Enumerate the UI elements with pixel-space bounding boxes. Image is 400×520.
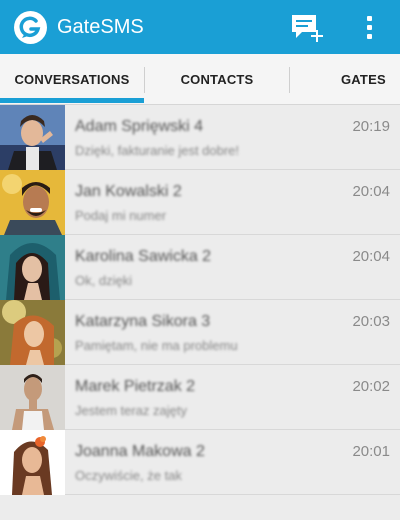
contact-name: Katarzyna Sikora 3 (75, 313, 211, 330)
tab-contacts[interactable]: CONTACTS (145, 54, 289, 104)
conversation-row[interactable]: Katarzyna Sikora 3 Pamiętam, nie ma prob… (0, 300, 400, 365)
new-message-button[interactable] (288, 12, 328, 44)
message-preview: Dzięki, fakturanie jest dobre! (75, 143, 240, 158)
message-time: 20:19 (352, 118, 390, 135)
overflow-dot (367, 34, 372, 39)
avatar (0, 235, 65, 300)
message-preview: Oczywiście, że tak (75, 468, 182, 483)
message-time: 20:01 (352, 443, 390, 460)
tab-conversations[interactable]: CONVERSATIONS (0, 54, 144, 104)
message-time: 20:04 (352, 183, 390, 200)
avatar (0, 365, 65, 430)
message-preview: Podaj mi numer (75, 208, 167, 223)
contact-name: Adam Sprięwski 4 (75, 118, 204, 135)
conversation-row[interactable]: Adam Sprięwski 4 Dzięki, fakturanie jest… (0, 105, 400, 170)
tab-gates[interactable]: GATES (290, 54, 400, 104)
action-bar: GateSMS (0, 0, 400, 54)
avatar (0, 105, 65, 170)
message-time: 20:02 (352, 378, 390, 395)
overflow-dot (367, 16, 372, 21)
message-preview: Pamiętam, nie ma problemu (75, 338, 238, 353)
overflow-dot (367, 25, 372, 30)
conversation-row[interactable]: Karolina Sawicka 2 Ok, dzięki 20:04 (0, 235, 400, 300)
avatar (0, 300, 65, 365)
gatesms-logo-icon (14, 11, 47, 44)
selected-tab-indicator (0, 98, 144, 103)
message-time: 20:04 (352, 248, 390, 265)
conversation-row[interactable]: Joanna Makowa 2 Oczywiście, że tak 20:01 (0, 430, 400, 495)
conversation-row[interactable]: Marek Pietrzak 2 Jestem teraz zajęty 20:… (0, 365, 400, 430)
conversation-row[interactable]: Jan Kowalski 2 Podaj mi numer 20:04 (0, 170, 400, 235)
avatar (0, 430, 65, 495)
avatar (0, 170, 65, 235)
contact-name: Joanna Makowa 2 (75, 443, 205, 460)
message-preview: Ok, dzięki (75, 273, 133, 288)
new-message-icon (292, 15, 323, 42)
message-preview: Jestem teraz zajęty (75, 403, 187, 418)
app-title: GateSMS (57, 16, 144, 38)
contact-name: Karolina Sawicka 2 (75, 248, 212, 265)
overflow-menu-button[interactable] (360, 13, 380, 41)
message-time: 20:03 (352, 313, 390, 330)
contact-name: Jan Kowalski 2 (75, 183, 182, 200)
contact-name: Marek Pietrzak 2 (75, 378, 196, 395)
